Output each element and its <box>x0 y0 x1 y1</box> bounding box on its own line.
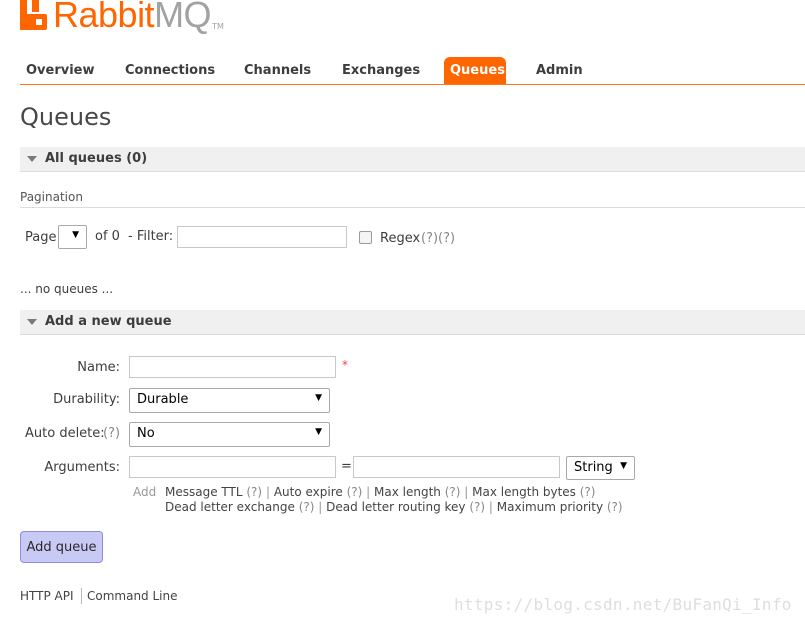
help-link[interactable]: (?) <box>469 500 485 514</box>
dropdown-arrow-icon: ▼ <box>72 230 79 240</box>
watermark: https://blog.csdn.net/BuFanQi_Info <box>454 595 792 614</box>
auto-delete-value: No <box>137 426 155 441</box>
help-link[interactable]: (?) <box>607 500 623 514</box>
arguments-label: Arguments: <box>44 460 120 475</box>
page-count: of 0 <box>95 229 120 244</box>
tab-admin[interactable]: Admin <box>530 57 589 84</box>
help-link[interactable]: (?) <box>246 485 262 499</box>
page-select[interactable]: ▼ <box>58 225 87 249</box>
footer-divider <box>81 588 82 604</box>
dropdown-arrow-icon: ▼ <box>315 427 322 437</box>
command-line-link[interactable]: Command Line <box>87 589 178 603</box>
help-link[interactable]: (?) <box>445 485 461 499</box>
add-queue-section-header[interactable]: Add a new queue <box>20 310 805 335</box>
name-label: Name: <box>77 360 120 375</box>
tab-connections[interactable]: Connections <box>119 57 221 84</box>
divider <box>20 207 805 208</box>
logo-text: RabbitMQ <box>53 0 212 35</box>
add-queue-title: Add a new queue <box>45 314 172 329</box>
dead-letter-routing-key-link[interactable]: Dead letter routing key <box>326 500 465 514</box>
collapse-triangle-icon <box>27 156 37 162</box>
durability-value: Durable <box>137 392 189 407</box>
rabbitmq-logo: RabbitMQ TM <box>20 0 224 34</box>
dropdown-arrow-icon: ▼ <box>620 461 627 471</box>
queue-name-input[interactable] <box>129 356 336 378</box>
dead-letter-exchange-link[interactable]: Dead letter exchange <box>165 500 295 514</box>
tab-channels[interactable]: Channels <box>238 57 317 84</box>
collapse-triangle-icon <box>27 319 37 325</box>
argument-type-value: String <box>574 460 613 475</box>
main-nav-tabs: Overview Connections Channels Exchanges … <box>20 57 805 85</box>
no-queues-message: ... no queues ... <box>20 282 114 296</box>
separator: | <box>265 485 270 499</box>
all-queues-title: All queues (0) <box>45 151 148 166</box>
argument-key-input[interactable] <box>129 456 336 478</box>
required-marker: * <box>342 358 348 372</box>
argument-shortcuts-row-1: Message TTL (?) | Auto expire (?) | Max … <box>165 485 595 499</box>
pagination-label: Pagination <box>20 190 83 204</box>
page-title: Queues <box>20 103 112 131</box>
auto-delete-label: Auto delete: <box>25 426 105 441</box>
help-link[interactable]: (?) <box>299 500 315 514</box>
equals-sign: = <box>341 459 352 474</box>
logo-trademark: TM <box>212 22 224 31</box>
tab-queues[interactable]: Queues <box>444 57 506 84</box>
argument-value-input[interactable] <box>353 456 560 478</box>
help-link[interactable]: (?) <box>347 485 363 499</box>
durability-label: Durability: <box>53 392 120 407</box>
dropdown-arrow-icon: ▼ <box>315 393 322 403</box>
page-label: Page <box>25 230 57 245</box>
regex-label: Regex <box>380 231 421 246</box>
tab-exchanges[interactable]: Exchanges <box>336 57 426 84</box>
regex-checkbox[interactable] <box>359 231 372 244</box>
max-length-link[interactable]: Max length <box>374 485 441 499</box>
durability-select[interactable]: Durable ▼ <box>129 388 330 413</box>
rabbitmq-logo-icon <box>20 0 48 30</box>
argument-shortcuts-row-2: Dead letter exchange (?) | Dead letter r… <box>165 500 623 514</box>
tab-overview[interactable]: Overview <box>20 57 101 84</box>
help-link[interactable]: (?) <box>580 485 596 499</box>
regex-help-link[interactable]: (?)(?) <box>421 231 455 246</box>
message-ttl-link[interactable]: Message TTL <box>165 485 243 499</box>
max-length-bytes-link[interactable]: Max length bytes <box>472 485 576 499</box>
separator: | <box>464 485 469 499</box>
auto-delete-select[interactable]: No ▼ <box>129 422 330 447</box>
http-api-link[interactable]: HTTP API <box>20 589 74 603</box>
auto-expire-link[interactable]: Auto expire <box>274 485 343 499</box>
add-argument-label: Add <box>133 485 157 499</box>
add-queue-button[interactable]: Add queue <box>20 531 103 563</box>
auto-delete-help-link[interactable]: (?) <box>103 426 120 441</box>
filter-label: - Filter: <box>128 229 174 244</box>
all-queues-section-header[interactable]: All queues (0) <box>20 147 805 172</box>
filter-input[interactable] <box>177 226 347 248</box>
separator: | <box>366 485 371 499</box>
argument-type-select[interactable]: String ▼ <box>566 456 635 480</box>
separator: | <box>488 500 493 514</box>
maximum-priority-link[interactable]: Maximum priority <box>497 500 603 514</box>
separator: | <box>318 500 323 514</box>
